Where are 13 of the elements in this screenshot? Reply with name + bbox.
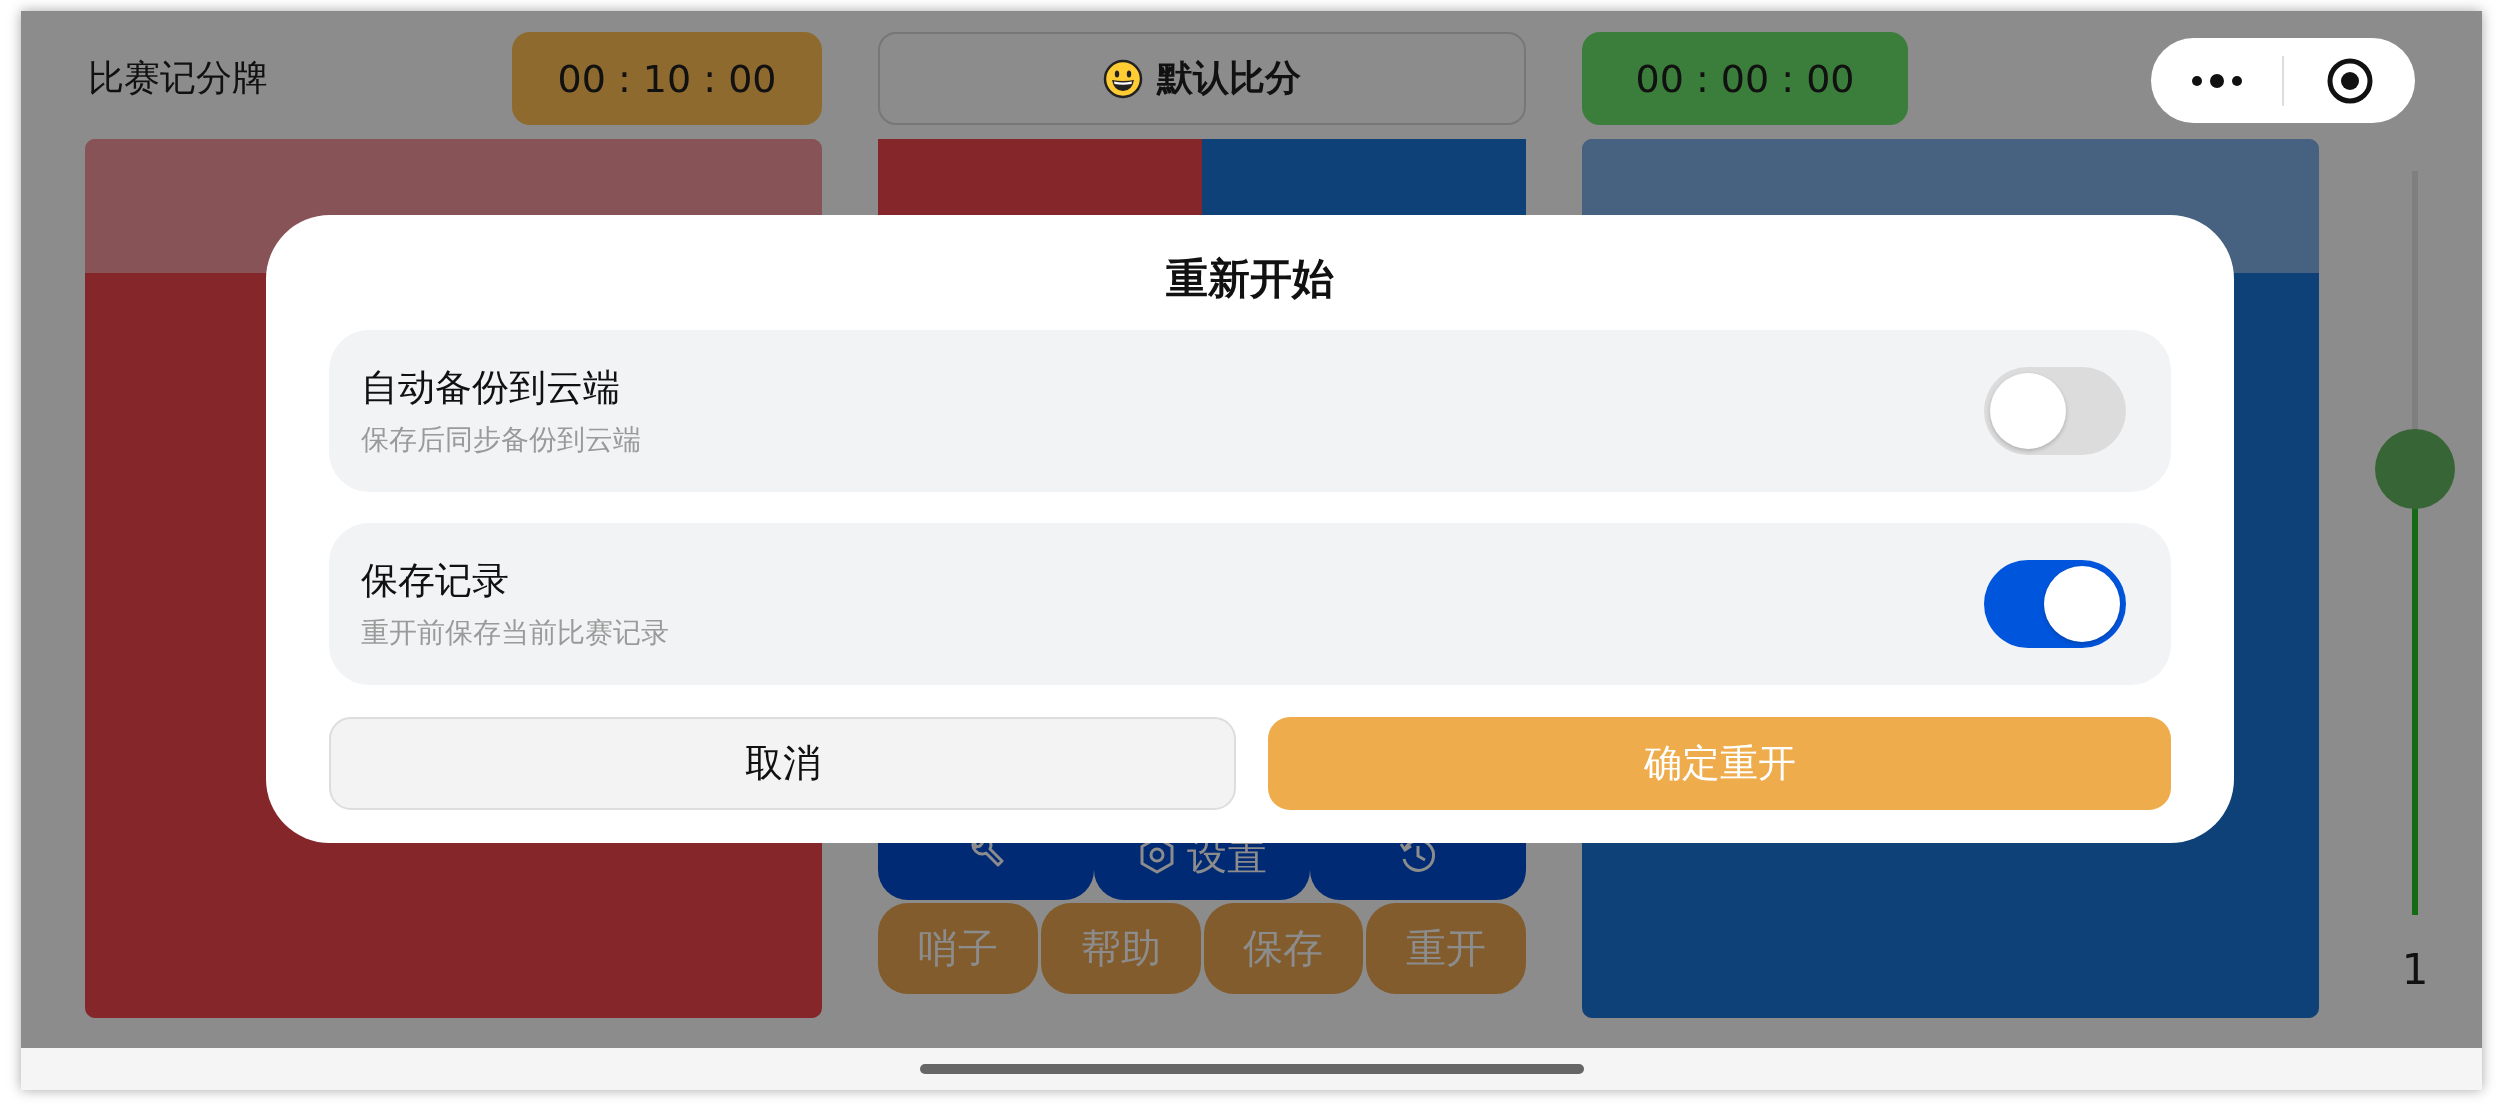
grinning-face-icon (1103, 58, 1143, 99)
app-title: 比赛记分牌 (87, 56, 268, 100)
option-description: 保存后同步备份到云端 (361, 422, 641, 458)
confirm-button[interactable]: 确定重开 (1268, 717, 2171, 810)
option-label: 自动备份到云端 (361, 365, 621, 411)
elapsed-timer[interactable]: 00 : 00 : 00 (1582, 32, 1908, 125)
countdown-timer[interactable]: 00 : 10 : 00 (512, 32, 822, 125)
option-description: 重开前保存当前比赛记录 (361, 615, 669, 651)
score-mode-button[interactable]: 默认比分 (878, 32, 1526, 125)
cancel-button[interactable]: 取消 (329, 717, 1236, 810)
dialog-title: 重新开始 (1165, 252, 1335, 305)
slider-value: 1 (2401, 945, 2429, 994)
option-label: 保存记录 (361, 558, 510, 604)
